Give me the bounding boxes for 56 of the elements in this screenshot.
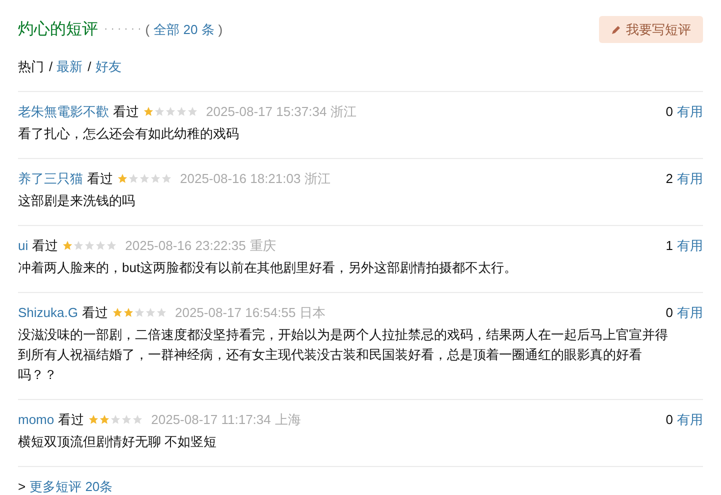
user-name-link[interactable]: 老朱無電影不歡 (18, 102, 109, 122)
comment-text: 没滋没味的一部剧，二倍速度都没坚持看完，开始以为是两个人拉扯禁忌的戏码，结果两人在一起后马上官宣并得到所有人祝福结婚了，一群神经病，还有女主现代装没古装和民国装好看，总是顶着一圈通红的眼影真的好看吗？？ (18, 326, 669, 384)
comment-location: 浙江 (330, 102, 357, 121)
filled-star-icon (88, 414, 100, 425)
vote-count: 0 (666, 304, 673, 322)
more-reviews-link[interactable]: 更多短评 20条 (30, 476, 113, 495)
watch-status: 看过 (32, 236, 58, 255)
useful-vote-link[interactable]: 有用 (677, 410, 703, 430)
user-name-link[interactable]: 养了三只猫 (18, 168, 83, 188)
comment-time: 2025-08-16 23:22:35 (125, 236, 246, 255)
title-dots: · · · · · · (104, 22, 142, 38)
watch-status: 看过 (87, 170, 113, 188)
filled-star-icon (117, 173, 128, 184)
filter-tab[interactable]: 最新 (56, 57, 83, 76)
user-name-link[interactable]: ui (18, 236, 28, 256)
filter-tab[interactable]: 热门 (18, 57, 44, 76)
comment-location: 上海 (274, 410, 301, 429)
total-count-link[interactable]: 全部 20 条 (154, 20, 214, 40)
section-title: 灼心的短评 (18, 20, 98, 40)
tab-separator: / (88, 58, 92, 76)
tab-separator: / (49, 58, 53, 76)
comment-location: 浙江 (304, 170, 331, 188)
filled-star-icon (143, 106, 154, 117)
comment-location: 日本 (300, 304, 326, 322)
filter-tab[interactable]: 好友 (95, 57, 122, 76)
useful-vote-link[interactable]: 有用 (677, 236, 703, 256)
pencil-icon (611, 24, 621, 34)
comment-text: 这部剧是来洗钱的吗 (18, 192, 136, 210)
comment-text: 看了扎心，怎么还会有如此幼稚的戏码 (18, 124, 240, 142)
useful-vote-link[interactable]: 有用 (677, 302, 703, 322)
filled-star-icon (99, 414, 110, 425)
count-bracket: ) (218, 20, 223, 39)
vote-count: 0 (666, 410, 673, 429)
write-review-button[interactable]: 我要写短评 (599, 16, 703, 43)
comment-time: 2025-08-17 15:37:34 (206, 102, 327, 121)
useful-vote-link[interactable]: 有用 (677, 168, 703, 188)
useful-vote-link[interactable]: 有用 (677, 102, 703, 122)
watch-status: 看过 (58, 410, 84, 429)
comment-location: 重庆 (250, 236, 276, 255)
comment-time: 2025-08-17 16:54:55 (174, 304, 296, 322)
comment-text: 冲着两人脸来的，but这两脸都没有以前在其他剧里好看，另外这部剧情拍摄都不太行。 (18, 258, 518, 276)
count-bracket: ( (145, 20, 150, 39)
comment-time: 2025-08-17 11:17:34 (151, 410, 271, 429)
comment-text: 横短双顶流但剧情好无聊 不如竖短 (18, 432, 218, 450)
vote-count: 1 (666, 236, 673, 255)
vote-count: 0 (666, 102, 673, 121)
more-arrow: > (18, 478, 26, 495)
filled-star-icon (62, 240, 74, 251)
comment-time: 2025-08-16 18:21:03 (180, 170, 301, 188)
watch-status: 看过 (113, 102, 139, 121)
user-name-link[interactable]: Shizuka.G (18, 302, 78, 322)
user-name-link[interactable]: momo (18, 410, 54, 430)
filled-star-icon (112, 307, 123, 318)
watch-status: 看过 (82, 304, 108, 322)
filled-star-icon (122, 307, 134, 318)
vote-count: 2 (666, 170, 673, 188)
